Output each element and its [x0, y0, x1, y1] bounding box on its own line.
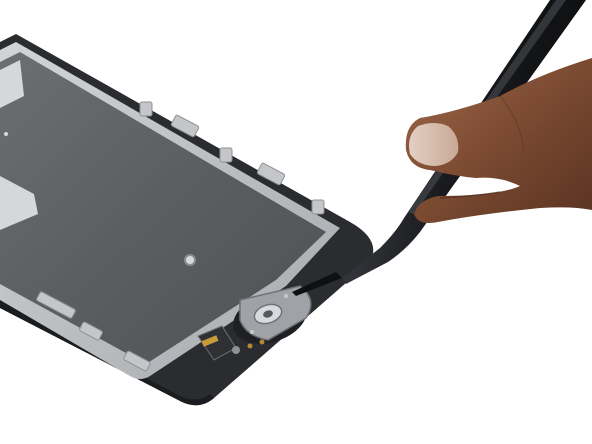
photo-scene [0, 0, 592, 406]
